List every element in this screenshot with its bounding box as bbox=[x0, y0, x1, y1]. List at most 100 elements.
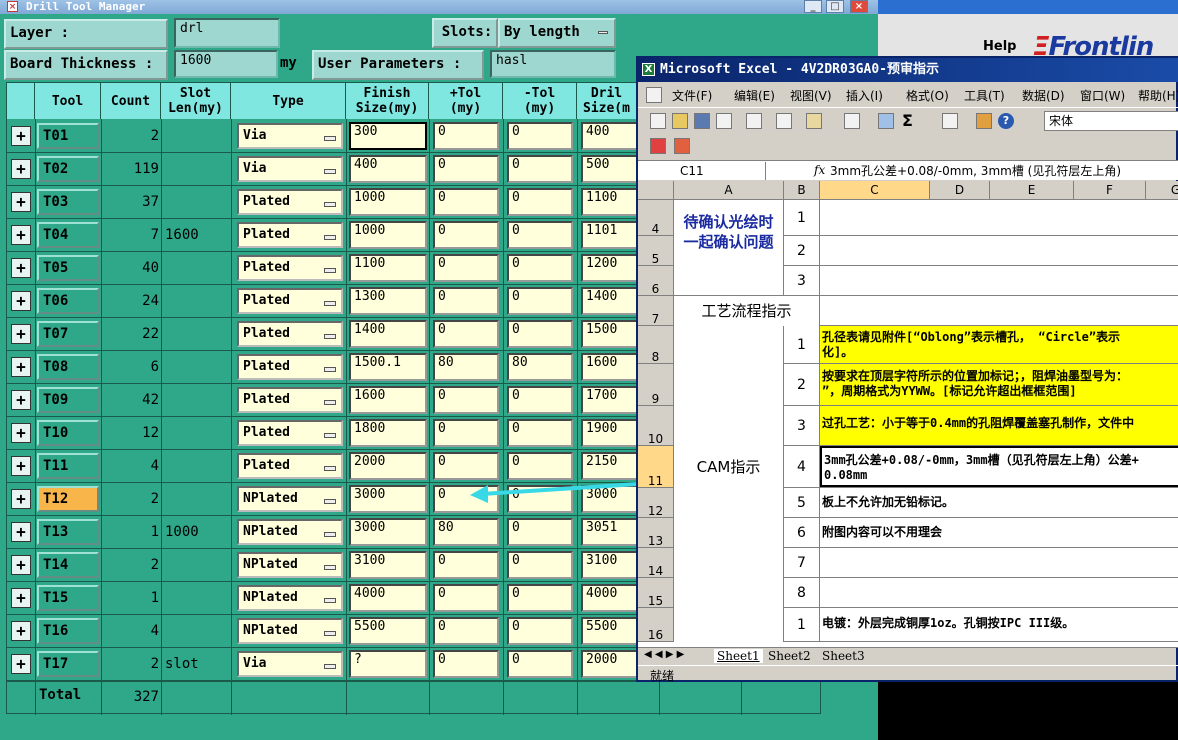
row-header[interactable]: 7 bbox=[638, 296, 674, 326]
tool-button[interactable]: T05 bbox=[37, 255, 99, 281]
cell-b-number[interactable]: 8 bbox=[784, 578, 820, 607]
expand-icon[interactable]: + bbox=[11, 192, 31, 212]
cell-b-number[interactable]: 1 bbox=[784, 200, 820, 235]
expand-icon[interactable]: + bbox=[11, 258, 31, 278]
board-thickness-field[interactable]: 1600 bbox=[174, 50, 278, 78]
tool-button[interactable]: T17 bbox=[37, 651, 99, 677]
menu-item[interactable]: 格式(O) bbox=[906, 86, 949, 106]
formula-content[interactable]: 3mm孔公差+0.08/-0mm, 3mm槽 (见孔符层左上角) bbox=[830, 162, 1178, 180]
cell-c8[interactable]: 孔径表请见附件[“Oblong”表示槽孔， “Circle”表示 化]。 bbox=[820, 326, 1178, 363]
undo-icon[interactable] bbox=[844, 113, 860, 129]
plus-tol-input[interactable]: 0 bbox=[433, 650, 499, 678]
menu-item[interactable]: 帮助(H) bbox=[1138, 86, 1178, 106]
new-icon[interactable] bbox=[650, 113, 666, 129]
expand-icon[interactable]: + bbox=[11, 423, 31, 443]
finish-size-input[interactable]: 1000 bbox=[349, 221, 427, 249]
cell-c11[interactable]: 3mm孔公差+0.08/-0mm，3mm槽（见孔符层左上角）公差+ 0.08mm bbox=[820, 446, 1178, 487]
plus-tol-input[interactable]: 0 bbox=[433, 386, 499, 414]
font-name-box[interactable]: 宋体 bbox=[1044, 111, 1178, 131]
finish-size-input[interactable]: 5500 bbox=[349, 617, 427, 645]
tool-button[interactable]: T11 bbox=[37, 453, 99, 479]
type-dropdown[interactable]: Plated bbox=[237, 420, 343, 446]
finish-size-input[interactable]: 400 bbox=[349, 155, 427, 183]
minus-tol-input[interactable]: 0 bbox=[507, 518, 573, 546]
cell-b-number[interactable]: 2 bbox=[784, 364, 820, 405]
plus-tol-input[interactable]: 80 bbox=[433, 518, 499, 546]
workbook-icon[interactable] bbox=[646, 87, 662, 103]
plus-tol-input[interactable]: 80 bbox=[433, 353, 499, 381]
type-dropdown[interactable]: Plated bbox=[237, 255, 343, 281]
type-dropdown[interactable]: Plated bbox=[237, 387, 343, 413]
fx-icon[interactable]: fx bbox=[814, 163, 825, 177]
type-dropdown[interactable]: Via bbox=[237, 123, 343, 149]
type-dropdown[interactable]: NPlated bbox=[237, 585, 343, 611]
type-dropdown[interactable]: NPlated bbox=[237, 486, 343, 512]
pdf-convert-icon[interactable] bbox=[674, 138, 690, 154]
cell-b-number[interactable]: 3 bbox=[784, 406, 820, 445]
minus-tol-input[interactable]: 0 bbox=[507, 221, 573, 249]
minus-tol-input[interactable]: 0 bbox=[507, 188, 573, 216]
expand-icon[interactable]: + bbox=[11, 654, 31, 674]
row-header[interactable]: 14 bbox=[638, 548, 674, 578]
cell-b-number[interactable]: 2 bbox=[784, 236, 820, 265]
close-button[interactable]: × bbox=[850, 0, 868, 13]
expand-icon[interactable]: + bbox=[11, 588, 31, 608]
row-header[interactable]: 15 bbox=[638, 578, 674, 608]
permission-icon[interactable] bbox=[716, 113, 732, 129]
expand-icon[interactable]: + bbox=[11, 390, 31, 410]
cell-b-number[interactable]: 5 bbox=[784, 488, 820, 517]
finish-size-input[interactable]: 1300 bbox=[349, 287, 427, 315]
menu-item[interactable]: 插入(I) bbox=[846, 86, 883, 106]
row-header[interactable]: 16 bbox=[638, 608, 674, 642]
finish-size-input[interactable]: 3100 bbox=[349, 551, 427, 579]
expand-icon[interactable]: + bbox=[11, 621, 31, 641]
menu-item[interactable]: 文件(F) bbox=[672, 86, 712, 106]
menu-item[interactable]: 数据(D) bbox=[1022, 86, 1065, 106]
column-header[interactable]: E bbox=[990, 181, 1074, 200]
minus-tol-input[interactable]: 0 bbox=[507, 155, 573, 183]
type-dropdown[interactable]: Plated bbox=[237, 288, 343, 314]
type-dropdown[interactable]: NPlated bbox=[237, 618, 343, 644]
row-header[interactable]: 11 bbox=[638, 446, 674, 488]
finish-size-input[interactable]: 1800 bbox=[349, 419, 427, 447]
chart-icon[interactable] bbox=[976, 113, 992, 129]
expand-icon[interactable]: + bbox=[11, 159, 31, 179]
tool-button[interactable]: T10 bbox=[37, 420, 99, 446]
plus-tol-input[interactable]: 0 bbox=[433, 419, 499, 447]
cell-b-number[interactable]: 3 bbox=[784, 266, 820, 295]
type-dropdown[interactable]: NPlated bbox=[237, 552, 343, 578]
cell-b-number[interactable]: 7 bbox=[784, 548, 820, 577]
minus-tol-input[interactable]: 0 bbox=[507, 551, 573, 579]
expand-icon[interactable]: + bbox=[11, 126, 31, 146]
row-header[interactable]: 12 bbox=[638, 488, 674, 518]
menu-item[interactable]: 视图(V) bbox=[790, 86, 832, 106]
pdf-icon[interactable] bbox=[650, 138, 666, 154]
type-dropdown[interactable]: Plated bbox=[237, 321, 343, 347]
cell-a-cam[interactable]: CAM指示 bbox=[674, 326, 784, 608]
slots-dropdown[interactable]: By length bbox=[498, 18, 616, 48]
minus-tol-input[interactable]: 0 bbox=[507, 122, 573, 150]
plus-tol-input[interactable]: 0 bbox=[433, 122, 499, 150]
cell-b-number[interactable]: 1 bbox=[784, 326, 820, 363]
user-params-field[interactable]: hasl bbox=[490, 50, 616, 78]
minus-tol-input[interactable]: 0 bbox=[507, 419, 573, 447]
cell-c12[interactable]: 板上不允许加无铅标记。 bbox=[820, 488, 1178, 517]
tool-button[interactable]: T13 bbox=[37, 519, 99, 545]
tab-nav-icon[interactable]: ◀ ◀ ▶ ▶ bbox=[644, 649, 684, 660]
row-header[interactable]: 9 bbox=[638, 364, 674, 406]
hyperlink-icon[interactable] bbox=[878, 113, 894, 129]
finish-size-input[interactable]: 300 bbox=[349, 122, 427, 150]
tab-sheet3[interactable]: Sheet3 bbox=[822, 649, 865, 663]
minus-tol-input[interactable]: 80 bbox=[507, 353, 573, 381]
plus-tol-input[interactable]: 0 bbox=[433, 584, 499, 612]
expand-icon[interactable]: + bbox=[11, 555, 31, 575]
finish-size-input[interactable]: 1100 bbox=[349, 254, 427, 282]
minus-tol-input[interactable]: 0 bbox=[507, 254, 573, 282]
corner-cell[interactable] bbox=[638, 181, 674, 200]
expand-icon[interactable]: + bbox=[11, 456, 31, 476]
plus-tol-input[interactable]: 0 bbox=[433, 320, 499, 348]
save-icon[interactable] bbox=[694, 113, 710, 129]
type-dropdown[interactable]: Plated bbox=[237, 222, 343, 248]
expand-icon[interactable]: + bbox=[11, 357, 31, 377]
plus-tol-input[interactable]: 0 bbox=[433, 155, 499, 183]
